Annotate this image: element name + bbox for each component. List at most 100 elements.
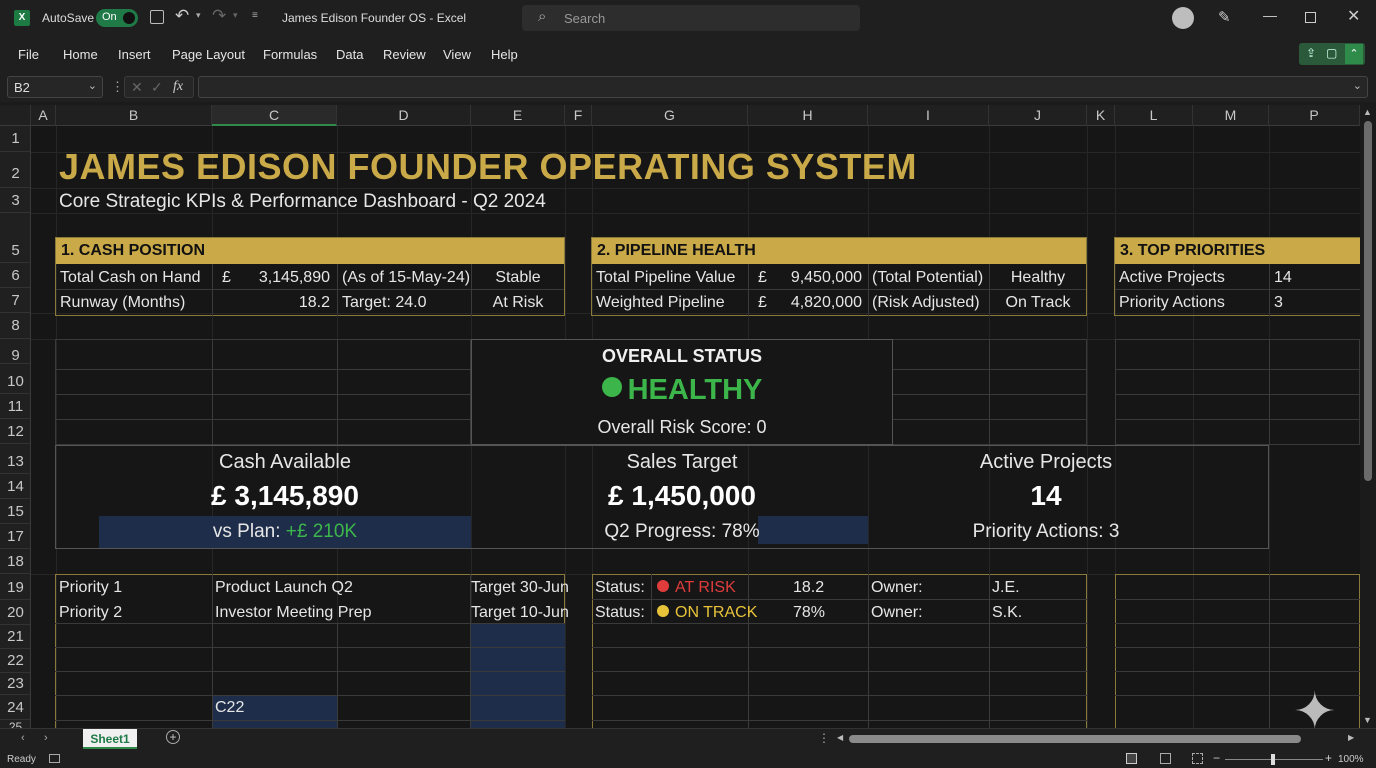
row-header[interactable]: 10 [0,369,30,394]
column-header[interactable]: D [337,105,471,126]
row-header[interactable]: 25 [0,720,30,728]
select-all-corner[interactable] [0,105,31,126]
page-break-view-icon[interactable] [1192,753,1203,764]
row-header[interactable]: 2 [0,152,30,188]
column-header[interactable]: B [56,105,212,126]
row-header[interactable]: 21 [0,625,30,649]
row-header[interactable]: 22 [0,649,30,673]
sheet-tab-label: Sheet1 [90,732,130,746]
zoom-level[interactable]: 100% [1338,754,1364,765]
tab-data[interactable]: Data [336,36,363,74]
row-header[interactable]: 24 [0,695,30,720]
formula-input[interactable]: ⌄ [198,76,1368,98]
undo-dropdown-icon[interactable]: ▾ [196,10,201,21]
redo-dropdown-icon[interactable]: ▾ [233,10,238,21]
sheet-tab[interactable]: Sheet1 [83,729,137,749]
sparkle-icon: ✦ [1293,683,1337,728]
share-button-group[interactable]: ⇪ ▢ ⌃ [1299,43,1365,65]
toggle-knob [123,12,135,24]
column-header[interactable]: F [565,105,592,126]
column-header[interactable]: H [748,105,868,126]
page-layout-view-icon[interactable] [1160,753,1171,764]
tab-help[interactable]: Help [491,36,518,74]
column-header[interactable]: G [592,105,748,126]
pen-icon[interactable]: ✎ [1218,8,1231,26]
undo-icon[interactable]: ↶ [175,6,189,26]
restore-icon[interactable] [1305,12,1316,23]
enter-icon[interactable]: ✓ [151,79,163,96]
accessibility-icon[interactable] [49,754,60,763]
column-header[interactable]: K [1087,105,1115,126]
next-sheet-icon[interactable]: › [44,732,48,744]
tab-view[interactable]: View [443,36,471,74]
vertical-scrollbar[interactable]: ▲ ▼ [1360,105,1376,728]
tab-page-layout[interactable]: Page Layout [172,36,245,74]
column-header[interactable]: M [1193,105,1269,126]
tab-formulas[interactable]: Formulas [263,36,317,74]
empty-grid-left [55,339,471,445]
row-header[interactable]: 12 [0,419,30,444]
column-header[interactable]: A [31,105,56,126]
more-icon[interactable]: ⋮ [111,79,124,95]
search-box[interactable]: ⌕ Search [522,5,860,31]
zoom-in-icon[interactable]: + [1325,751,1332,765]
column-header[interactable]: I [868,105,989,126]
row-header[interactable]: 19 [0,575,30,600]
row-header[interactable]: 8 [0,313,30,339]
normal-view-icon[interactable] [1126,753,1137,764]
row-header[interactable]: 14 [0,474,30,499]
column-header[interactable]: L [1115,105,1193,126]
save-icon[interactable] [150,10,164,24]
add-sheet-icon[interactable]: + [166,730,180,744]
scroll-down-icon[interactable]: ▼ [1363,715,1372,725]
minimize-icon[interactable]: — [1263,7,1277,23]
tab-options-icon[interactable]: ⋮ [818,731,830,745]
column-header[interactable]: P [1269,105,1360,126]
h-scroll-thumb[interactable] [849,735,1301,743]
tab-insert[interactable]: Insert [118,36,151,74]
close-icon[interactable]: ✕ [1347,6,1360,26]
row-header[interactable]: 23 [0,673,30,695]
column-header[interactable]: E [471,105,565,126]
scroll-thumb[interactable] [1364,121,1372,481]
redo-icon[interactable]: ↷ [212,6,226,26]
tab-home[interactable]: Home [63,36,98,74]
column-header[interactable]: C [212,105,337,126]
scroll-right-icon[interactable]: ▶ [1348,733,1354,742]
row-header[interactable]: 7 [0,288,30,313]
row-header[interactable]: 11 [0,394,30,419]
priority-2-label: Priority 2 [59,604,123,621]
worksheet-grid[interactable]: JAMES EDISON FOUNDER OPERATING SYSTEM Co… [31,126,1360,728]
cash-available-label: Cash Available [219,451,351,473]
scroll-up-icon[interactable]: ▲ [1363,107,1372,117]
autosave-toggle[interactable]: On [96,9,138,27]
row-header[interactable]: 18 [0,549,30,574]
scroll-left-icon[interactable]: ◀ [837,733,843,742]
zoom-out-icon[interactable]: − [1213,751,1220,765]
tab-file[interactable]: File [18,36,39,74]
horizontal-scrollbar[interactable]: ◀ ▶ [835,733,1360,745]
customize-toolbar-icon[interactable]: ≡ [252,10,258,21]
overall-status-panel: OVERALL STATUS HEALTHY Overall Risk Scor… [471,339,893,445]
row-header[interactable]: 15 [0,499,30,524]
cancel-icon[interactable]: ✕ [131,79,143,96]
tab-review[interactable]: Review [383,36,426,74]
account-avatar[interactable] [1172,7,1194,29]
row-header[interactable]: 13 [0,449,30,474]
column-header[interactable]: J [989,105,1087,126]
row-header[interactable]: 6 [0,263,30,288]
runway-note: Target: 24.0 [342,294,427,311]
row-header[interactable]: 3 [0,188,30,213]
cash-vs-plan-label: vs Plan: [212,521,286,542]
row-header[interactable]: 9 [0,339,30,364]
zoom-slider-thumb[interactable] [1271,754,1275,765]
name-box[interactable]: B2 ⌄ [7,76,103,98]
row-header[interactable]: 17 [0,524,30,549]
row-header[interactable]: 20 [0,600,30,625]
selected-cell-text[interactable]: C22 [215,695,244,720]
insert-function-icon[interactable]: fx [173,79,183,95]
prev-sheet-icon[interactable]: ‹ [21,732,25,744]
row-header[interactable]: 5 [0,238,30,263]
expand-formula-icon[interactable]: ⌄ [1353,79,1362,92]
row-header[interactable]: 1 [0,126,30,152]
